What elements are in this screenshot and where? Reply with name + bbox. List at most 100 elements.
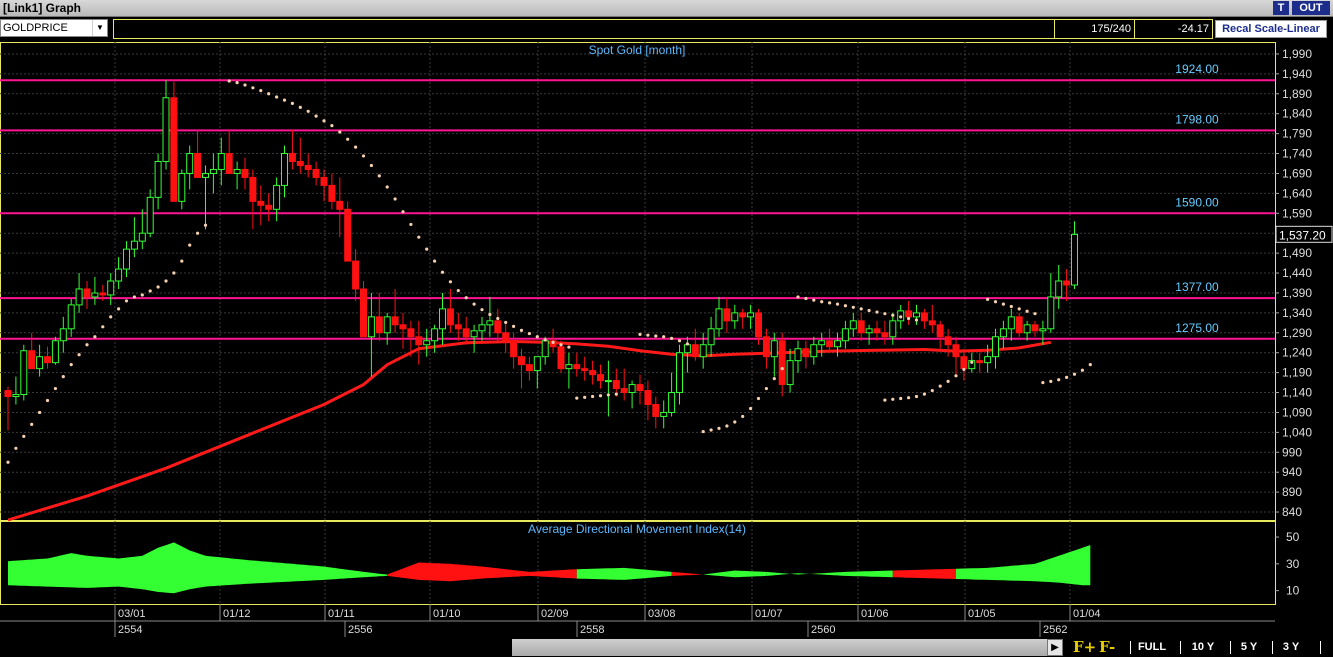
sar-dot xyxy=(109,315,113,319)
y-tick-label: 1,840 xyxy=(1282,107,1312,121)
adx-area-segment xyxy=(576,567,672,580)
candle-body xyxy=(415,336,423,346)
sar-dot xyxy=(338,130,342,134)
candle-body xyxy=(170,97,178,202)
sar-dot xyxy=(456,288,460,293)
sar-dot xyxy=(235,81,239,85)
sar-dot xyxy=(891,313,895,317)
chart-canvas[interactable]: 840 890 940 990 1,040 1,090 1,140 1,190 1,240 1,2… xyxy=(0,0,1333,638)
candle-body xyxy=(865,328,873,334)
y-tick-label: 1,240 xyxy=(1282,346,1312,360)
candle-body xyxy=(59,328,67,342)
sar-dot xyxy=(180,259,184,263)
sar-dot xyxy=(1009,304,1013,309)
candle-body xyxy=(249,176,257,202)
candle-body xyxy=(739,312,747,318)
sar-dot xyxy=(22,434,26,438)
candle-body xyxy=(154,161,162,198)
adx-area-segment xyxy=(671,571,704,576)
candle-body xyxy=(107,280,115,296)
y-tick-label: 1,040 xyxy=(1282,425,1312,439)
candle-body xyxy=(454,324,462,330)
candle-body xyxy=(810,344,818,358)
x-tick-label-month: 01/04 xyxy=(1073,608,1101,620)
sar-dot xyxy=(1088,363,1092,367)
candle-body xyxy=(383,316,391,334)
sar-dot xyxy=(993,300,998,304)
candle-body xyxy=(518,356,525,366)
sar-dot xyxy=(567,345,571,349)
y-tick-label: 1,640 xyxy=(1282,186,1312,200)
candle-body xyxy=(407,328,415,338)
candle-body xyxy=(565,364,573,370)
candle-body xyxy=(999,328,1007,338)
candle-body xyxy=(628,384,636,394)
sar-dot xyxy=(77,353,81,357)
y-tick-label: 940 xyxy=(1282,465,1302,479)
sar-dot xyxy=(322,119,326,123)
font-decrease-button[interactable]: F- xyxy=(1099,639,1115,656)
candle-body xyxy=(162,97,170,163)
sar-dot xyxy=(38,410,42,415)
y-tick-label: 1,940 xyxy=(1282,67,1312,81)
sar-dot xyxy=(614,392,618,396)
candle-body xyxy=(1015,316,1023,334)
candle-body xyxy=(375,316,383,334)
separator xyxy=(1320,641,1321,654)
adx-y-tick-label: 10 xyxy=(1286,584,1300,598)
sar-dot xyxy=(259,88,263,93)
candle-body xyxy=(320,176,328,186)
candle-body xyxy=(920,312,928,322)
sar-dot xyxy=(440,270,445,274)
x-tick-label-year: 2558 xyxy=(580,624,604,636)
candle-body xyxy=(636,384,644,392)
sar-dot xyxy=(69,363,73,367)
sar-dot xyxy=(851,305,855,309)
scroll-right-arrow-icon[interactable]: ▶ xyxy=(1047,639,1063,656)
sar-dot xyxy=(1025,309,1029,313)
candle-body xyxy=(755,312,762,338)
y-tick-label: 1,790 xyxy=(1282,127,1312,141)
range-3y-button[interactable]: 3 Y xyxy=(1275,640,1307,655)
sar-dot xyxy=(859,307,863,311)
sar-dot xyxy=(938,384,942,388)
candle-body xyxy=(265,204,273,210)
candle-body xyxy=(731,312,739,322)
y-tick-label: 1,340 xyxy=(1282,306,1312,320)
sar-dot xyxy=(741,414,745,419)
sar-dot xyxy=(654,334,658,338)
y-tick-label: 1,490 xyxy=(1282,246,1312,260)
candle-body xyxy=(913,312,920,318)
candle-body xyxy=(699,344,707,358)
candle-body xyxy=(1055,280,1063,298)
sar-dot xyxy=(1072,372,1077,376)
font-increase-button[interactable]: F+ xyxy=(1073,639,1096,656)
separator xyxy=(1272,641,1273,654)
sar-dot xyxy=(1057,378,1061,382)
adx-area-segment xyxy=(703,570,767,578)
range-10y-button[interactable]: 10 Y xyxy=(1183,640,1223,655)
range-5y-button[interactable]: 5 Y xyxy=(1233,640,1265,655)
candle-body xyxy=(873,328,881,334)
x-tick-label-year: 2556 xyxy=(348,624,372,636)
candle-body xyxy=(533,356,541,372)
range-full-button[interactable]: FULL xyxy=(1133,640,1171,655)
sar-dot xyxy=(875,310,879,314)
candle-body xyxy=(1047,296,1055,330)
sar-dot xyxy=(764,386,769,391)
sar-dot xyxy=(914,394,919,399)
sar-dot xyxy=(93,335,97,339)
sar-dot xyxy=(907,396,911,400)
candle-body xyxy=(668,392,676,413)
candle-body xyxy=(826,340,834,348)
sar-dot xyxy=(899,396,903,401)
sar-dot xyxy=(393,197,397,201)
sar-dot xyxy=(464,296,468,300)
candle-body xyxy=(541,340,549,358)
time-scrollbar[interactable] xyxy=(512,639,1047,656)
candle-body xyxy=(905,310,913,318)
candle-body xyxy=(589,370,597,376)
adx-area-segment xyxy=(513,569,577,579)
sar-dot xyxy=(1001,302,1006,306)
candle-body xyxy=(510,340,518,358)
